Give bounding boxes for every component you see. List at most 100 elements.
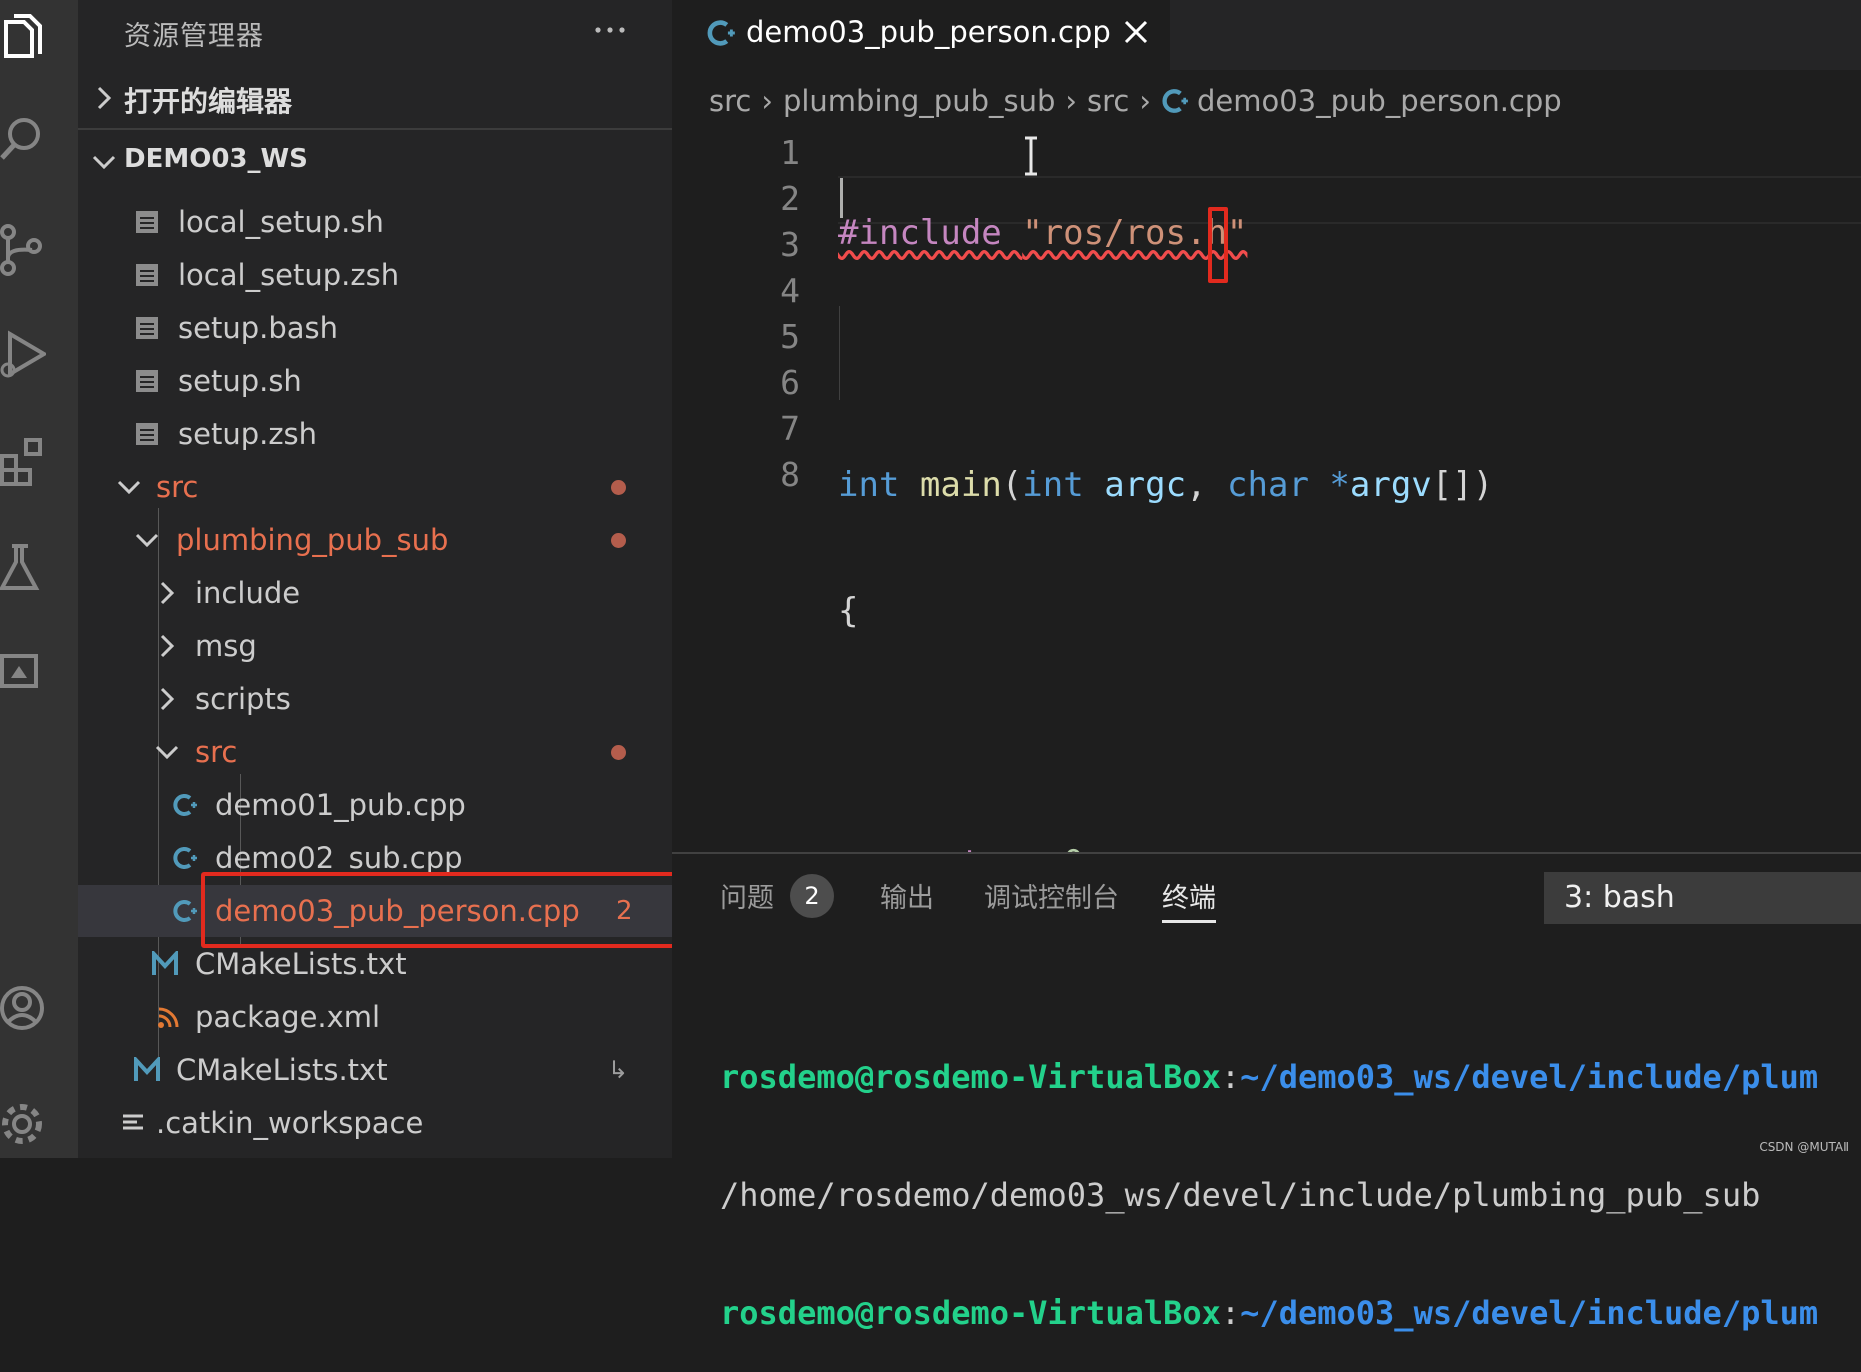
code-token: int xyxy=(1022,465,1084,505)
close-icon[interactable] xyxy=(1120,16,1152,48)
tree-file-local-setup-zsh[interactable]: local_setup.zsh xyxy=(78,249,672,301)
files-icon[interactable] xyxy=(0,14,46,68)
chevron-down-icon xyxy=(92,155,116,170)
code-token: argc xyxy=(1104,465,1187,505)
tab-debug-console[interactable]: 调试控制台 xyxy=(984,876,1119,915)
testing-flask-icon[interactable] xyxy=(0,540,46,594)
terminal-sep: : xyxy=(1220,1294,1241,1332)
tree-folder-src-inner[interactable]: src xyxy=(78,726,672,778)
cmake-m-icon xyxy=(152,951,178,975)
tree-label: CMakeLists.txt xyxy=(176,1053,388,1087)
line-number: 1 xyxy=(780,133,800,172)
tree-file-package-xml[interactable]: package.xml xyxy=(78,991,672,1043)
tree-label: demo01_pub.cpp xyxy=(215,788,466,822)
terminal-path: ~/demo03_ws/devel/include/plum xyxy=(1240,1294,1819,1332)
tab-output[interactable]: 输出 xyxy=(880,876,934,915)
tree-file-cmakelists-ws[interactable]: CMakeLists.txt ↳ xyxy=(78,1044,672,1096)
chevron-right-icon: › xyxy=(1065,84,1078,118)
file-lines-icon xyxy=(136,423,158,445)
terminal-select-dropdown[interactable]: 3: bash xyxy=(1544,872,1861,924)
breadcrumb-item[interactable]: src xyxy=(1087,84,1129,118)
file-lines-icon xyxy=(136,370,158,392)
tree-label: local_setup.zsh xyxy=(178,258,400,292)
explorer-title: 资源管理器 xyxy=(124,21,264,52)
line-number: 8 xyxy=(780,455,800,494)
line-number: 4 xyxy=(780,271,800,310)
source-control-icon[interactable] xyxy=(0,222,46,276)
terminal-line: rosdemo@rosdemo-VirtualBox:~/demo03_ws/d… xyxy=(720,1292,1818,1334)
tree-file-setup-sh[interactable]: setup.sh xyxy=(78,355,672,407)
open-editors-section[interactable]: 打开的编辑器 xyxy=(78,72,672,124)
tree-folder-plumbing-pub-sub[interactable]: plumbing_pub_sub xyxy=(78,514,672,566)
terminal-sep: : xyxy=(1220,1058,1241,1096)
tree-file-setup-zsh[interactable]: setup.zsh xyxy=(78,408,672,460)
chevron-right-icon: › xyxy=(1139,84,1151,118)
highlight-annotation-frame xyxy=(201,872,672,948)
line-number: 2 xyxy=(780,179,800,218)
search-icon[interactable] xyxy=(0,112,46,166)
terminal-path: ~/demo03_ws/devel/include/plum xyxy=(1240,1058,1819,1096)
cpp-file-icon xyxy=(707,20,735,46)
chevron-down-icon xyxy=(117,480,141,495)
chevron-down-icon xyxy=(135,533,159,548)
lines-icon xyxy=(123,1114,143,1130)
terminal-line: rosdemo@rosdemo-VirtualBox:~/demo03_ws/d… xyxy=(720,1056,1818,1098)
file-lines-icon xyxy=(136,264,158,286)
modified-dot xyxy=(611,745,626,760)
tree-file-demo01[interactable]: demo01_pub.cpp xyxy=(78,779,672,831)
cmake-m-icon xyxy=(134,1057,160,1081)
code-token: int xyxy=(838,465,900,505)
tree-file-setup-bash[interactable]: setup.bash xyxy=(78,302,672,354)
tree-file-local-setup-sh[interactable]: local_setup.sh xyxy=(78,196,672,248)
modified-dot xyxy=(611,480,626,495)
highlight-annotation-box xyxy=(1208,207,1228,283)
remote-explorer-icon[interactable] xyxy=(0,646,46,700)
chevron-down-icon xyxy=(155,745,179,760)
tree-folder-include[interactable]: include xyxy=(78,567,672,619)
tree-file-catkin-workspace[interactable]: .catkin_workspace xyxy=(78,1097,672,1149)
cpp-file-icon xyxy=(173,794,197,816)
line-number: 3 xyxy=(780,225,800,264)
code-token: * xyxy=(1308,465,1350,505)
breadcrumb-item[interactable]: plumbing_pub_sub xyxy=(783,84,1055,118)
line-number: 6 xyxy=(780,363,800,402)
open-editors-label: 打开的编辑器 xyxy=(124,85,293,118)
more-actions-icon[interactable] xyxy=(590,10,630,50)
extensions-icon[interactable] xyxy=(0,434,46,488)
code-line-3: int main(int argc, char *argv[]) xyxy=(838,462,1493,508)
code-token: argv xyxy=(1349,465,1432,505)
tab-demo03-pub-person[interactable]: demo03_pub_person.cpp xyxy=(672,0,1170,70)
tree-folder-msg[interactable]: msg xyxy=(78,620,672,672)
run-debug-icon[interactable] xyxy=(0,328,48,382)
terminal-line: /home/rosdemo/demo03_ws/devel/include/pl… xyxy=(720,1174,1818,1216)
file-lines-icon xyxy=(136,211,158,233)
tree-label: package.xml xyxy=(195,1000,381,1034)
code-line-4: { xyxy=(838,588,1493,634)
account-icon[interactable] xyxy=(0,980,46,1034)
tree-label: plumbing_pub_sub xyxy=(176,523,449,557)
terminal-user: rosdemo@rosdemo-VirtualBox xyxy=(720,1058,1221,1096)
tab-terminal[interactable]: 终端 xyxy=(1162,876,1216,923)
tree-folder-src[interactable]: src xyxy=(78,461,672,513)
explorer-sidebar: 资源管理器 打开的编辑器 DEMO03_WS local_setup.sh lo… xyxy=(78,0,672,1158)
tree-label: local_setup.sh xyxy=(178,205,384,239)
tree-label: scripts xyxy=(195,682,291,716)
workspace-section[interactable]: DEMO03_WS xyxy=(78,128,672,184)
terminal-output[interactable]: rosdemo@rosdemo-VirtualBox:~/demo03_ws/d… xyxy=(720,980,1818,1372)
breadcrumb-item[interactable]: demo03_pub_person.cpp xyxy=(1197,84,1562,118)
ibeam-cursor-icon xyxy=(1025,136,1037,176)
chevron-right-icon xyxy=(160,634,175,658)
settings-gear-icon[interactable] xyxy=(0,1094,46,1148)
tree-label: src xyxy=(156,470,199,504)
tab-problems[interactable]: 问题 xyxy=(720,876,774,915)
problems-count-badge: 2 xyxy=(790,874,834,918)
breadcrumb-item[interactable]: src xyxy=(709,84,751,118)
terminal-text: /home/rosdemo/demo03_ws/devel/include/pl… xyxy=(720,1176,1761,1214)
code-token: , xyxy=(1186,465,1228,505)
tree-folder-scripts[interactable]: scripts xyxy=(78,673,672,725)
cpp-file-icon xyxy=(1162,89,1188,113)
tree-label: .catkin_workspace xyxy=(156,1106,424,1140)
line-number: 5 xyxy=(780,317,800,356)
code-token: main xyxy=(919,465,1002,505)
